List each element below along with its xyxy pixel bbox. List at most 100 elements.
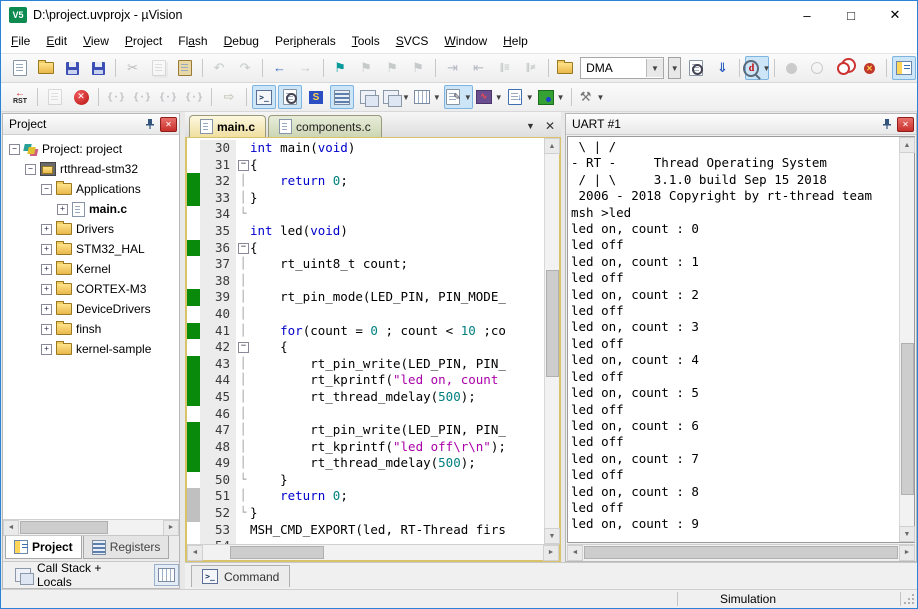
collapse-icon[interactable]: − (25, 164, 36, 175)
fold-marker[interactable]: − (236, 157, 250, 174)
configure-flash-tools-button[interactable] (553, 56, 577, 80)
tree-item-finsh[interactable]: +finsh (3, 319, 179, 339)
step-button[interactable]: {·} (104, 85, 128, 109)
tree-item-applications[interactable]: −Applications (3, 179, 179, 199)
menu-project[interactable]: Project (117, 31, 170, 51)
code-line-42[interactable]: 42− { (187, 339, 544, 356)
step-out-button[interactable]: {·} (156, 85, 180, 109)
scroll-right-icon[interactable]: ► (899, 545, 915, 561)
scroll-right-icon[interactable]: ► (543, 545, 559, 561)
fold-marker[interactable]: − (236, 240, 250, 257)
collapse-icon[interactable]: − (9, 144, 20, 155)
previous-bookmark-button[interactable]: ⚑ (354, 56, 378, 80)
close-button[interactable]: ✕ (873, 1, 917, 29)
code-line-38[interactable]: 38│ (187, 273, 544, 290)
uart-vscrollbar[interactable]: ▲ ▼ (899, 137, 914, 542)
toolbox-button[interactable]: ▼ (537, 85, 566, 109)
code-line-39[interactable]: 39│ rt_pin_mode(LED_PIN, PIN_MODE_ (187, 289, 544, 306)
menu-help[interactable]: Help (495, 31, 536, 51)
insert-bookmark-button[interactable]: ⚑ (328, 56, 352, 80)
tree-item-project-project[interactable]: −Project: project (3, 139, 179, 159)
scroll-thumb[interactable] (230, 546, 324, 559)
copy-button[interactable] (147, 56, 171, 80)
step-over-button[interactable]: {·} (130, 85, 154, 109)
comment-selection-button[interactable]: ∥≡ (493, 56, 517, 80)
code-line-47[interactable]: 47│ rt_pin_write(LED_PIN, PIN_ (187, 422, 544, 439)
indent-button[interactable]: ⇥ (441, 56, 465, 80)
scroll-up-icon[interactable]: ▲ (899, 137, 915, 153)
menu-edit[interactable]: Edit (38, 31, 75, 51)
tree-item-kernel[interactable]: +Kernel (3, 259, 179, 279)
next-bookmark-button[interactable]: ⚑ (380, 56, 404, 80)
editor-tab-components-c[interactable]: components.c (268, 115, 382, 137)
run-button[interactable]: ⇨ (217, 85, 241, 109)
editor-hscrollbar[interactable]: ◄ ► (187, 544, 559, 560)
menu-flash[interactable]: Flash (170, 31, 215, 51)
code-line-40[interactable]: 40│ (187, 306, 544, 323)
code-line-54[interactable]: 54 (187, 538, 544, 544)
stop-debug-button[interactable]: ✕ (69, 85, 93, 109)
menu-file[interactable]: File (3, 31, 38, 51)
editor-vscrollbar[interactable]: ▲ ▼ (544, 138, 559, 544)
uncomment-selection-button[interactable]: ∥≠ (519, 56, 543, 80)
command-window-button[interactable]: >_ (252, 85, 276, 109)
project-hscrollbar[interactable]: ◄ ► (3, 519, 179, 535)
run-to-cursor-button[interactable]: {·} (182, 85, 206, 109)
tree-item-cortex-m3[interactable]: +CORTEX-M3 (3, 279, 179, 299)
scroll-left-icon[interactable]: ◄ (567, 545, 583, 561)
scroll-thumb[interactable] (901, 343, 914, 495)
paste-button[interactable] (173, 56, 197, 80)
code-line-35[interactable]: 35int led(void) (187, 223, 544, 240)
open-file-button[interactable] (34, 56, 58, 80)
redo-button[interactable]: ↷ (233, 56, 257, 80)
new-file-button[interactable] (8, 56, 32, 80)
minimize-button[interactable]: – (785, 1, 829, 29)
save-all-button[interactable] (86, 56, 110, 80)
collapse-icon[interactable]: − (41, 184, 52, 195)
select-target-combo[interactable]: DMA▼ (580, 57, 664, 79)
tab-project[interactable]: Project (5, 536, 82, 559)
maximize-button[interactable]: □ (829, 1, 873, 29)
tab-registers[interactable]: Registers (83, 536, 170, 559)
code-line-52[interactable]: 52└} (187, 505, 544, 522)
code-line-30[interactable]: 30int main(void) (187, 140, 544, 157)
pin-icon[interactable] (142, 117, 158, 131)
insert-breakpoint-button[interactable] (779, 56, 803, 80)
expand-icon[interactable]: + (57, 204, 68, 215)
pin-icon[interactable] (879, 117, 895, 131)
scroll-down-icon[interactable]: ▼ (899, 526, 915, 542)
code-line-49[interactable]: 49│ rt_thread_mdelay(500); (187, 455, 544, 472)
code-line-53[interactable]: 53MSH_CMD_EXPORT(led, RT-Thread firs (187, 522, 544, 539)
scroll-thumb[interactable] (546, 270, 559, 377)
code-line-50[interactable]: 50└ } (187, 472, 544, 489)
tree-item-kernel-sample[interactable]: +kernel-sample (3, 339, 179, 359)
code-line-44[interactable]: 44│ rt_kprintf("led on, count (187, 372, 544, 389)
code-line-37[interactable]: 37│ rt_uint8_t count; (187, 256, 544, 273)
logic-analyzer-button[interactable]: ∿▼ (475, 85, 504, 109)
tree-item-devicedrivers[interactable]: +DeviceDrivers (3, 299, 179, 319)
editor-tab-main-c[interactable]: main.c (189, 115, 266, 137)
serial-window-button[interactable] (330, 85, 354, 109)
scroll-left-icon[interactable]: ◄ (3, 520, 19, 536)
uart-output[interactable]: \ | /- RT - Thread Operating System / | … (568, 137, 899, 542)
tree-item-main-c[interactable]: +main.c (3, 199, 179, 219)
navigate-forward-button[interactable]: → (294, 56, 318, 80)
code-editor[interactable]: 30int main(void)31−{32│ return 0;33│}34└… (187, 138, 544, 544)
tree-item-stm32-hal[interactable]: +STM32_HAL (3, 239, 179, 259)
system-viewer-button[interactable]: ↓▼ (506, 85, 535, 109)
disable-all-breakpoints-button[interactable] (831, 56, 855, 80)
menu-window[interactable]: Window (436, 31, 495, 51)
expand-icon[interactable]: + (41, 224, 52, 235)
disassembly-window-button[interactable] (278, 85, 302, 109)
uart-hscrollbar[interactable]: ◄ ► (567, 544, 915, 560)
fold-marker[interactable]: − (236, 339, 250, 356)
code-line-34[interactable]: 34└ (187, 206, 544, 223)
scroll-right-icon[interactable]: ► (163, 520, 179, 536)
menu-tools[interactable]: Tools (344, 31, 388, 51)
clear-bookmarks-button[interactable]: ⚑ (406, 56, 430, 80)
scroll-up-icon[interactable]: ▲ (544, 138, 560, 154)
project-tree[interactable]: −Project: project−rtthread-stm32−Applica… (3, 135, 179, 519)
tab-list-icon[interactable]: ▼ (526, 121, 535, 131)
code-line-51[interactable]: 51│ return 0; (187, 488, 544, 505)
expand-icon[interactable]: + (41, 304, 52, 315)
